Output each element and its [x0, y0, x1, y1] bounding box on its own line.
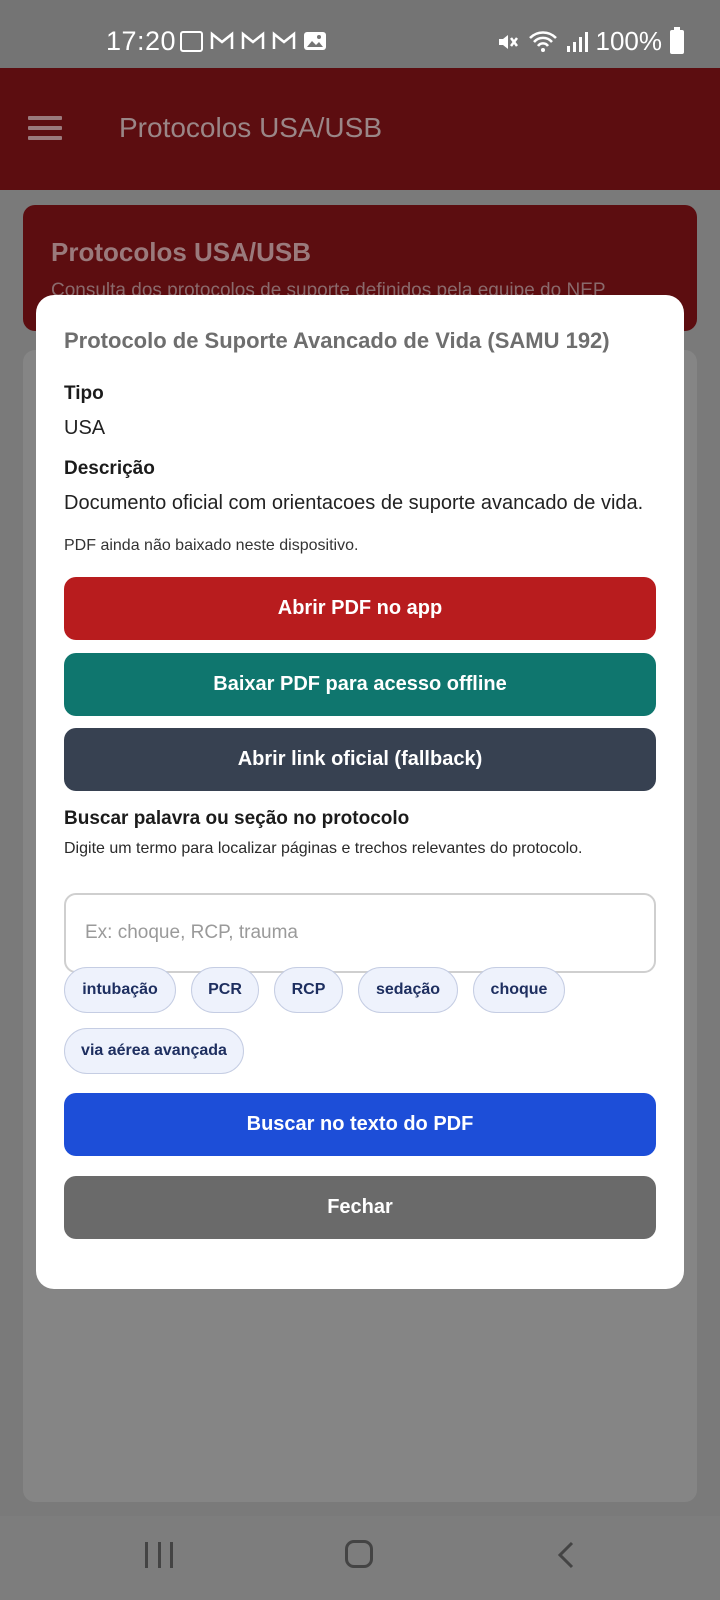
chip-choque[interactable]: choque [473, 967, 565, 1013]
gallery-icon [304, 32, 326, 50]
app-bar: Protocolos USA/USB [0, 68, 720, 190]
status-bar: 17:20 100% [0, 0, 720, 68]
system-nav-bar [0, 1516, 720, 1600]
battery-percent: 100% [595, 26, 663, 56]
search-pdf-button[interactable]: Buscar no texto do PDF [64, 1093, 656, 1156]
system-status: 100% [496, 26, 684, 57]
wifi-icon [528, 30, 557, 52]
back-icon[interactable] [552, 1540, 582, 1570]
search-input[interactable] [64, 893, 656, 973]
gmail-icon [272, 31, 296, 49]
hero-title: Protocolos USA/USB [51, 237, 312, 267]
gmail-icon [241, 31, 265, 49]
tipo-label: Tipo [64, 383, 104, 404]
protocol-dialog: Protocolo de Suporte Avancado de Vida (S… [36, 295, 684, 1289]
pdf-status-note: PDF ainda não baixado neste dispositivo. [64, 537, 359, 554]
descricao-label: Descrição [64, 458, 155, 479]
search-hint: Digite um termo para localizar páginas e… [64, 840, 583, 857]
close-button[interactable]: Fechar [64, 1176, 656, 1239]
download-pdf-button[interactable]: Baixar PDF para acesso offline [64, 653, 656, 716]
menu-icon[interactable] [28, 116, 62, 140]
search-heading: Buscar palavra ou seção no protocolo [64, 808, 410, 829]
dialog-title: Protocolo de Suporte Avancado de Vida (S… [64, 328, 610, 353]
open-pdf-button[interactable]: Abrir PDF no app [64, 577, 656, 640]
chip-sedacao[interactable]: sedação [358, 967, 458, 1013]
home-icon[interactable] [345, 1540, 373, 1568]
tipo-value: USA [64, 417, 106, 439]
open-official-link-button[interactable]: Abrir link oficial (fallback) [64, 728, 656, 791]
descricao-value: Documento oficial com orientacoes de sup… [64, 492, 644, 514]
mute-icon [498, 34, 518, 49]
app-title: Protocolos USA/USB [119, 112, 382, 143]
gmail-icon [210, 31, 234, 49]
signal-icon [566, 31, 588, 52]
voicemail-icon [180, 31, 203, 52]
chip-pcr[interactable]: PCR [191, 967, 259, 1013]
notification-icons [180, 31, 327, 52]
recent-apps-icon[interactable] [145, 1542, 173, 1568]
battery-icon [670, 26, 684, 54]
chip-rcp[interactable]: RCP [274, 967, 343, 1013]
status-time: 17:20 [106, 26, 177, 56]
chip-via-aerea-avancada[interactable]: via aérea avançada [64, 1028, 244, 1074]
chip-intubacao[interactable]: intubação [64, 967, 176, 1013]
